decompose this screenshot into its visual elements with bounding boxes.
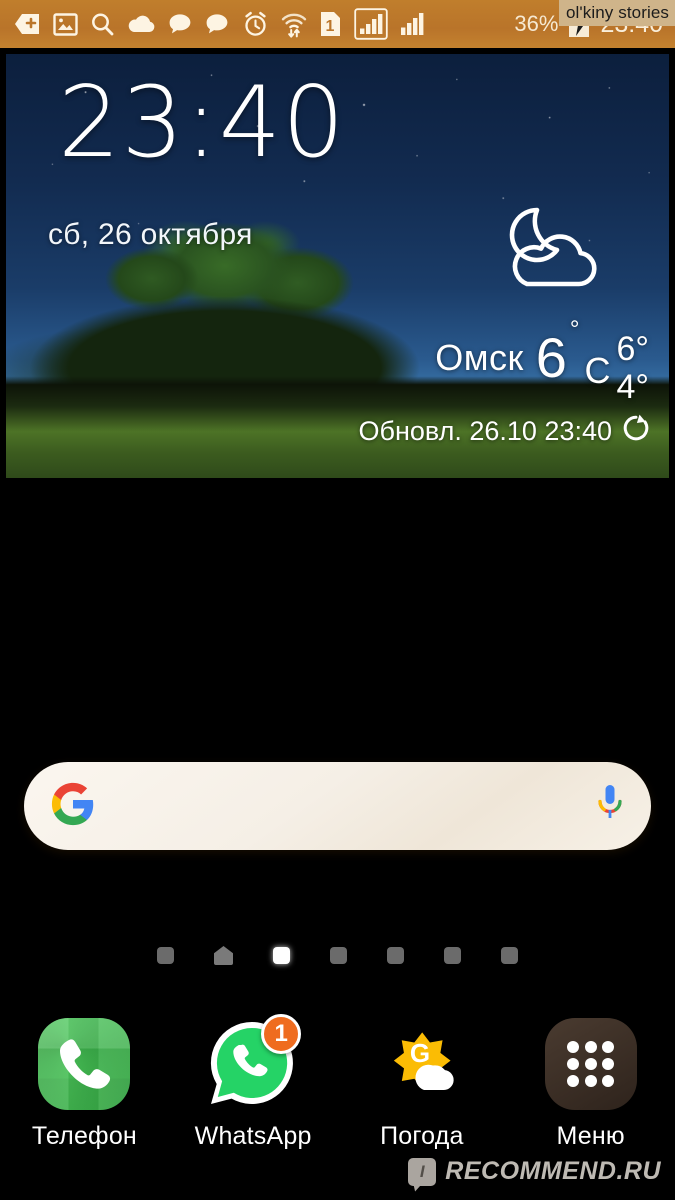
weather-high-low: 6° 4° xyxy=(616,332,649,404)
clock-weather-widget[interactable]: 23:40 сб, 26 октября Омск 6 ° C 6° 4° Об… xyxy=(6,54,669,478)
battery-percent-label: 36% xyxy=(514,11,559,36)
svg-text:1: 1 xyxy=(326,18,335,35)
dock-item-whatsapp[interactable]: 1 WhatsApp xyxy=(169,1014,338,1151)
add-shortcut-icon xyxy=(14,9,41,39)
weather-current-temp: 6 xyxy=(535,326,567,389)
weather-degree-symbol: ° xyxy=(569,316,580,343)
page-dot-4[interactable] xyxy=(387,947,404,964)
cloud-icon xyxy=(127,9,156,39)
widget-date[interactable]: сб, 26 октября xyxy=(48,218,253,252)
page-dot-5[interactable] xyxy=(444,947,461,964)
weather-updated-row[interactable]: Обновл. 26.10 23:40 xyxy=(358,413,651,450)
weather-low-temp: 4° xyxy=(616,368,649,406)
weather-high-temp: 6° xyxy=(616,330,649,368)
watermark-top: ol'kiny stories xyxy=(558,0,675,26)
weather-unit-label: C xyxy=(584,350,611,391)
search-input[interactable] xyxy=(96,762,595,850)
alarm-clock-icon xyxy=(242,9,269,39)
whatsapp-badge: 1 xyxy=(261,1014,302,1054)
weather-updated-label: Обновл. 26.10 23:40 xyxy=(358,416,612,446)
dock-label-whatsapp: WhatsApp xyxy=(194,1122,312,1150)
dock-item-phone[interactable]: Телефон xyxy=(0,1018,169,1151)
apps-grid-icon[interactable] xyxy=(544,1018,637,1110)
dock-label-menu: Меню xyxy=(556,1122,625,1150)
signal-bars-boxed-icon xyxy=(354,8,388,40)
recommend-logo-icon: I xyxy=(408,1157,437,1186)
moon-cloud-icon xyxy=(479,202,611,294)
sim-card-icon: 1 xyxy=(319,9,342,39)
dock: Телефон 1 WhatsApp G Погода Меню xyxy=(0,1014,675,1151)
dock-label-weather: Погода xyxy=(380,1122,464,1150)
dock-item-menu[interactable]: Меню xyxy=(506,1018,675,1151)
recommend-watermark-text: RECOMMEND.RU xyxy=(445,1157,661,1185)
google-g-icon xyxy=(50,781,96,832)
page-dot-3[interactable] xyxy=(330,947,347,964)
whatsapp-icon[interactable]: 1 xyxy=(207,1014,302,1110)
image-icon xyxy=(53,9,78,39)
page-dot-home[interactable] xyxy=(214,946,233,965)
wifi-data-icon xyxy=(281,9,307,39)
dock-item-weather[interactable]: G Погода xyxy=(338,1018,507,1151)
message-bubble-icon-2 xyxy=(205,9,230,39)
page-dot-0[interactable] xyxy=(157,947,174,964)
phone-icon[interactable] xyxy=(38,1018,131,1110)
widget-weather-temperature[interactable]: Омск 6 ° C 6° 4° xyxy=(435,316,649,404)
dock-label-phone: Телефон xyxy=(31,1122,137,1150)
watermark-bottom: I RECOMMEND.RU xyxy=(408,1157,661,1186)
status-bar-notification-icons: 1 xyxy=(14,8,427,40)
google-search-bar[interactable] xyxy=(24,762,651,850)
microphone-icon[interactable] xyxy=(595,782,625,831)
search-icon xyxy=(90,9,115,39)
message-bubble-icon xyxy=(168,9,193,39)
page-dot-2-active[interactable] xyxy=(273,947,290,964)
refresh-icon[interactable] xyxy=(621,413,651,450)
page-dot-6[interactable] xyxy=(501,947,518,964)
weather-city-label: Омск xyxy=(435,337,524,378)
page-indicator[interactable] xyxy=(0,946,675,965)
home-screen: 1 36% 23:40 ol'kiny stories 23:40 сб, 26… xyxy=(0,0,675,1200)
widget-clock-time[interactable]: 23:40 xyxy=(58,74,345,172)
weather-g-icon[interactable]: G xyxy=(376,1018,468,1110)
signal-bars-icon xyxy=(400,9,427,39)
svg-text:G: G xyxy=(410,1038,430,1068)
